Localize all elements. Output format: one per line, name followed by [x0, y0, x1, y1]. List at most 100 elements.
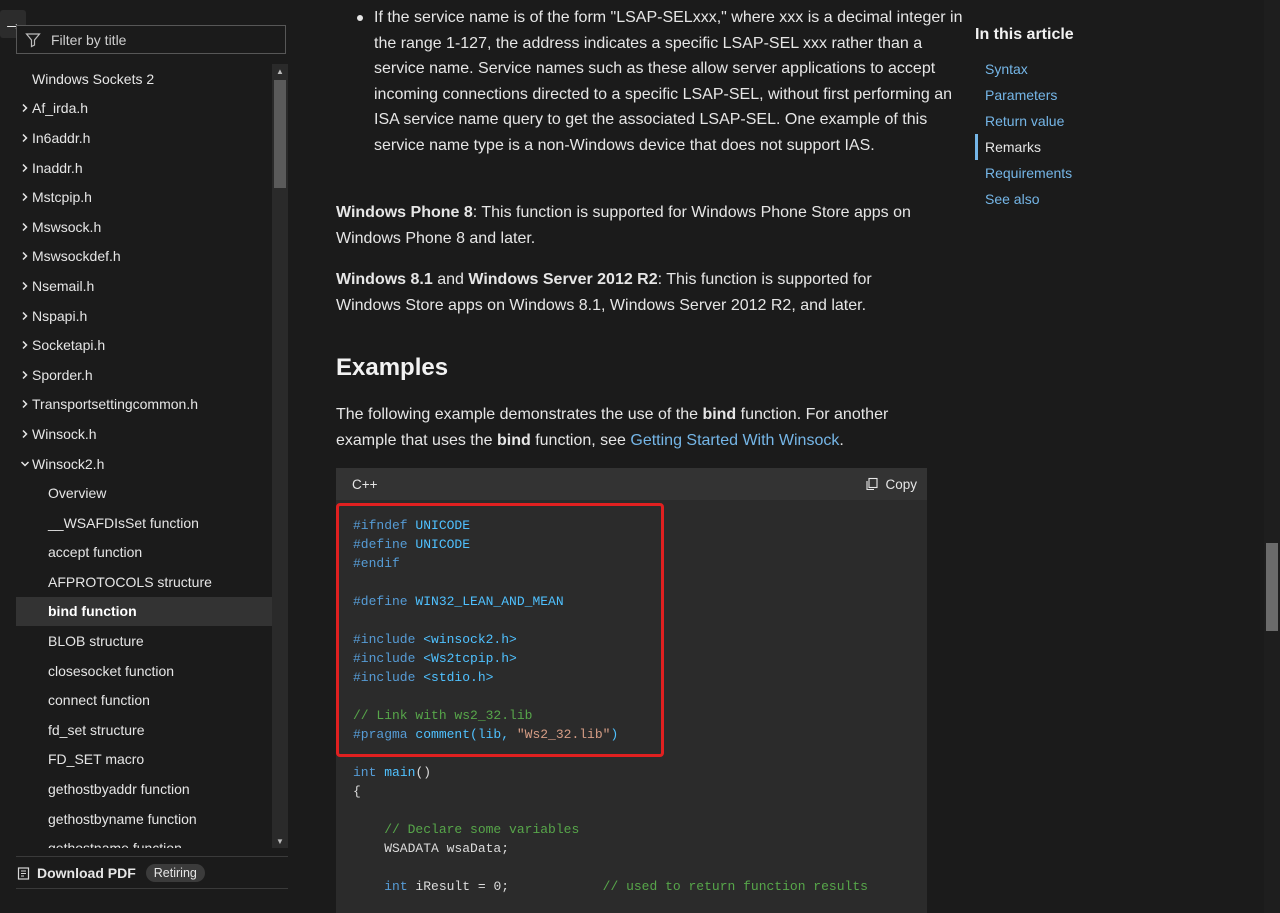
download-pdf-link[interactable]: Download PDF: [37, 865, 136, 881]
sidebar-item[interactable]: Winsock.h: [16, 419, 272, 449]
code-token: // Link with ws2_32.lib: [353, 708, 533, 723]
sidebar-item-label: BLOB structure: [48, 633, 144, 650]
sidebar-item-label: fd_set structure: [48, 721, 145, 738]
sidebar-item-label: gethostbyname function: [48, 810, 197, 827]
sidebar-item[interactable]: FD_SET macro: [16, 745, 272, 775]
chevron-right-icon[interactable]: [18, 399, 32, 409]
code-token: #include: [353, 670, 424, 685]
outline-link[interactable]: Return value: [975, 108, 1175, 134]
download-pdf-bar[interactable]: Download PDF Retiring: [16, 856, 288, 889]
page-scrollbar[interactable]: [1264, 0, 1280, 913]
chevron-right-icon[interactable]: [18, 133, 32, 143]
sidebar-item[interactable]: Transportsettingcommon.h: [16, 390, 272, 420]
sidebar-item-label: gethostname function: [48, 840, 182, 848]
article-outline: Syntax Parameters Return value Remarks Requi…: [975, 56, 1175, 212]
code-token: #define: [353, 537, 416, 552]
outline-link[interactable]: Requirements: [975, 160, 1175, 186]
sidebar-item[interactable]: Overview: [16, 478, 272, 508]
copy-label: Copy: [885, 476, 917, 492]
code-token: #pragma: [353, 727, 416, 742]
sidebar-item[interactable]: gethostname function: [16, 833, 272, 848]
getting-started-link[interactable]: Getting Started With Winsock: [630, 432, 839, 449]
sidebar-item-label: In6addr.h: [32, 129, 91, 146]
code-token: WSADATA wsaData;: [353, 841, 510, 856]
sidebar-item[interactable]: Nsemail.h: [16, 271, 272, 301]
sidebar-item[interactable]: Mstcpip.h: [16, 182, 272, 212]
code-body[interactable]: #ifndef UNICODE #define UNICODE #endif #def…: [336, 500, 927, 896]
examples-intro: The following example demonstrates the u…: [336, 402, 928, 453]
code-line: {: [353, 782, 911, 801]
sidebar-item[interactable]: Mswsock.h: [16, 212, 272, 242]
code-line: #define WIN32_LEAN_AND_MEAN: [353, 592, 911, 611]
sidebar-item[interactable]: Sporder.h: [16, 360, 272, 390]
code-token: (): [415, 765, 432, 780]
code-token: comment(lib,: [415, 727, 517, 742]
sidebar-item[interactable]: Inaddr.h: [16, 153, 272, 183]
chevron-down-icon[interactable]: [18, 459, 32, 469]
sidebar-item[interactable]: accept function: [16, 538, 272, 568]
sidebar-item[interactable]: bind function: [16, 596, 272, 627]
chevron-right-icon[interactable]: [18, 340, 32, 350]
chevron-right-icon[interactable]: [18, 192, 32, 202]
sidebar-item[interactable]: Af_irda.h: [16, 94, 272, 124]
code-token: "Ws2_32.lib": [516, 727, 611, 742]
sidebar-item-label: closesocket function: [48, 662, 175, 679]
chevron-right-icon[interactable]: [18, 370, 32, 380]
code-token: int: [384, 879, 408, 894]
toc-tree: Windows Sockets 2 Af_irda.h In6addr.h Inadd…: [16, 64, 272, 848]
code-line: #ifndef UNICODE: [353, 516, 911, 535]
outline-link[interactable]: See also: [975, 186, 1175, 212]
bold-text: Windows 8.1: [336, 271, 433, 288]
chevron-right-icon[interactable]: [18, 103, 32, 113]
sidebar-item[interactable]: connect function: [16, 685, 272, 715]
code-line: int main(): [353, 763, 911, 782]
sidebar-item[interactable]: __WSAFDIsSet function: [16, 508, 272, 538]
sidebar-item[interactable]: AFPROTOCOLS structure: [16, 567, 272, 597]
scroll-down-icon[interactable]: ▼: [272, 834, 288, 848]
sidebar-item[interactable]: In6addr.h: [16, 123, 272, 153]
in-this-article-panel: In this article Syntax Parameters Return v…: [975, 26, 1175, 212]
filter-input[interactable]: [49, 30, 273, 49]
sidebar-item-label: bind function: [48, 603, 137, 620]
chevron-right-icon[interactable]: [18, 311, 32, 321]
code-line: WSADATA wsaData;: [353, 839, 911, 858]
toc-scrollbar[interactable]: ▲ ▼: [272, 64, 288, 848]
note-text: and: [432, 271, 469, 288]
copy-button[interactable]: Copy: [865, 477, 917, 492]
sidebar-item-label: FD_SET macro: [48, 751, 145, 768]
outline-link[interactable]: Syntax: [975, 56, 1175, 82]
sidebar-item[interactable]: Nspapi.h: [16, 301, 272, 331]
chevron-right-icon[interactable]: [18, 429, 32, 439]
chevron-right-icon[interactable]: [18, 251, 32, 261]
chevron-right-icon[interactable]: [18, 222, 32, 232]
sidebar-item[interactable]: gethostbyaddr function: [16, 774, 272, 804]
sidebar-item[interactable]: BLOB structure: [16, 626, 272, 656]
scroll-up-icon[interactable]: ▲: [272, 64, 288, 78]
windows-81-note: Windows 8.1 and Windows Server 2012 R2: …: [336, 267, 928, 318]
page-scroll-thumb[interactable]: [1266, 543, 1278, 631]
outline-link[interactable]: Parameters: [975, 82, 1175, 108]
code-token: main: [384, 765, 416, 780]
chevron-right-icon[interactable]: [18, 281, 32, 291]
sidebar-item[interactable]: Socketapi.h: [16, 330, 272, 360]
filter-box[interactable]: [16, 25, 286, 54]
chevron-right-icon[interactable]: [18, 163, 32, 173]
code-line: // Declare some variables: [353, 820, 911, 839]
code-token: // Declare some variables: [384, 822, 580, 837]
sidebar-item[interactable]: Windows Sockets 2: [16, 64, 272, 94]
sidebar-item[interactable]: gethostbyname function: [16, 804, 272, 834]
toc-scroll-thumb[interactable]: [274, 80, 286, 188]
code-line: #include <stdio.h>: [353, 668, 911, 687]
sidebar-item[interactable]: closesocket function: [16, 656, 272, 686]
sidebar-item-label: AFPROTOCOLS structure: [48, 573, 212, 590]
sidebar-item[interactable]: fd_set structure: [16, 715, 272, 745]
left-sidebar: → Windows Sockets 2Af_irda.hIn6addr.hIna…: [0, 0, 290, 913]
examples-heading: Examples: [336, 354, 449, 381]
sidebar-item-label: Transportsettingcommon.h: [32, 396, 198, 413]
sidebar-item[interactable]: Mswsockdef.h: [16, 242, 272, 272]
code-token: #define: [353, 594, 416, 609]
sidebar-item-label: Windows Sockets 2: [32, 70, 155, 87]
outline-link[interactable]: Remarks: [975, 134, 1175, 160]
sidebar-item[interactable]: Winsock2.h: [16, 449, 272, 479]
